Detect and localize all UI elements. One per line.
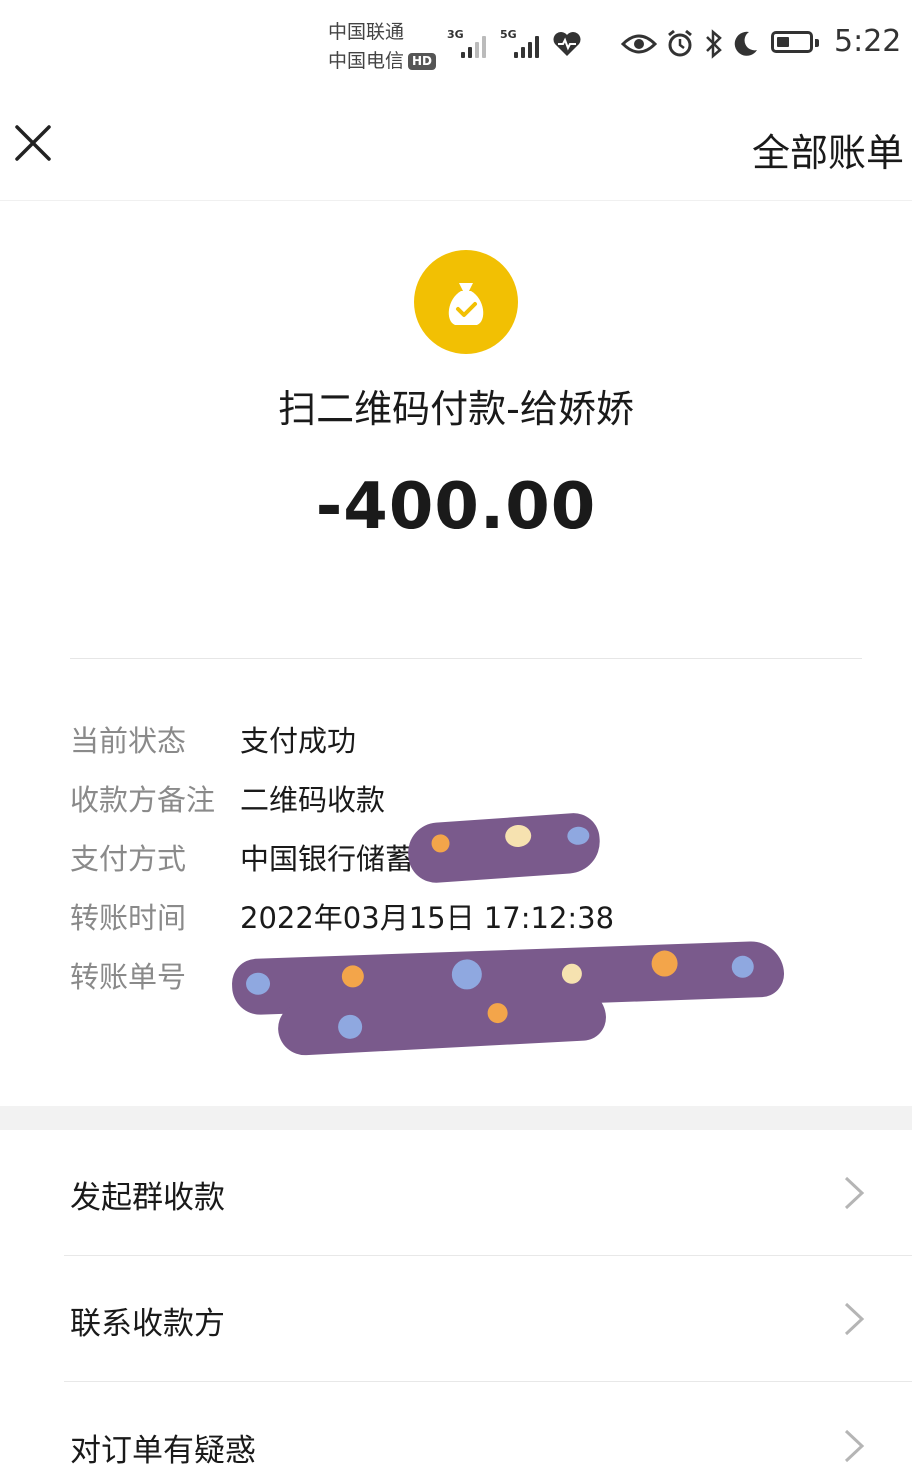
chevron-right-icon	[844, 1176, 865, 1210]
payment-amount: -400.00	[315, 470, 597, 544]
menu-item-group-collect[interactable]: 发起群收款	[0, 1130, 912, 1256]
detail-value: 二维码收款	[240, 783, 386, 817]
close-button[interactable]	[12, 122, 54, 164]
detail-label: 转账单号	[70, 960, 187, 994]
payment-title: 扫二维码付款-给娇娇	[278, 387, 634, 431]
menu-item-label: 对订单有疑惑	[70, 1433, 256, 1469]
close-icon	[15, 125, 51, 161]
detail-value: 支付成功	[240, 724, 357, 758]
menu-item-label: 联系收款方	[70, 1306, 225, 1342]
detail-value: 2022年03月15日 17:12:38	[240, 901, 615, 935]
chevron-right-icon	[844, 1302, 865, 1336]
bluetooth-icon	[696, 26, 732, 62]
divider	[70, 658, 862, 659]
eye-icon	[621, 26, 657, 62]
divider	[64, 1381, 912, 1382]
battery-icon	[771, 31, 819, 53]
carrier-2: 中国电信	[328, 50, 405, 72]
detail-label: 当前状态	[70, 724, 187, 758]
section-gap	[0, 1106, 912, 1130]
signal-3g-icon: 3G	[447, 28, 489, 58]
all-bills-link[interactable]: 全部账单	[752, 122, 904, 177]
do-not-disturb-moon-icon	[728, 26, 764, 62]
detail-label: 支付方式	[70, 842, 187, 876]
detail-label: 收款方备注	[70, 783, 216, 817]
carrier-1: 中国联通	[328, 21, 405, 43]
menu-item-order-question[interactable]: 对订单有疑惑	[0, 1383, 912, 1472]
menu-item-label: 发起群收款	[70, 1180, 225, 1216]
menu-item-contact-payee[interactable]: 联系收款方	[0, 1256, 912, 1382]
top-nav-bar: 全部账单	[0, 90, 912, 201]
alarm-icon	[662, 26, 698, 62]
payment-money-bag-icon	[414, 250, 518, 354]
health-heart-icon	[549, 26, 585, 62]
chevron-right-icon	[844, 1429, 865, 1463]
clock-time: 5:22	[834, 24, 902, 59]
signal-5g-icon: 5G	[500, 28, 542, 58]
hd-badge: HD	[408, 53, 437, 70]
redaction-overlay	[406, 811, 602, 885]
carrier-info: 中国联通 中国电信 HD	[328, 18, 437, 76]
detail-label: 转账时间	[70, 901, 187, 935]
status-bar: 中国联通 中国电信 HD 3G 5G 5:22	[0, 0, 912, 90]
